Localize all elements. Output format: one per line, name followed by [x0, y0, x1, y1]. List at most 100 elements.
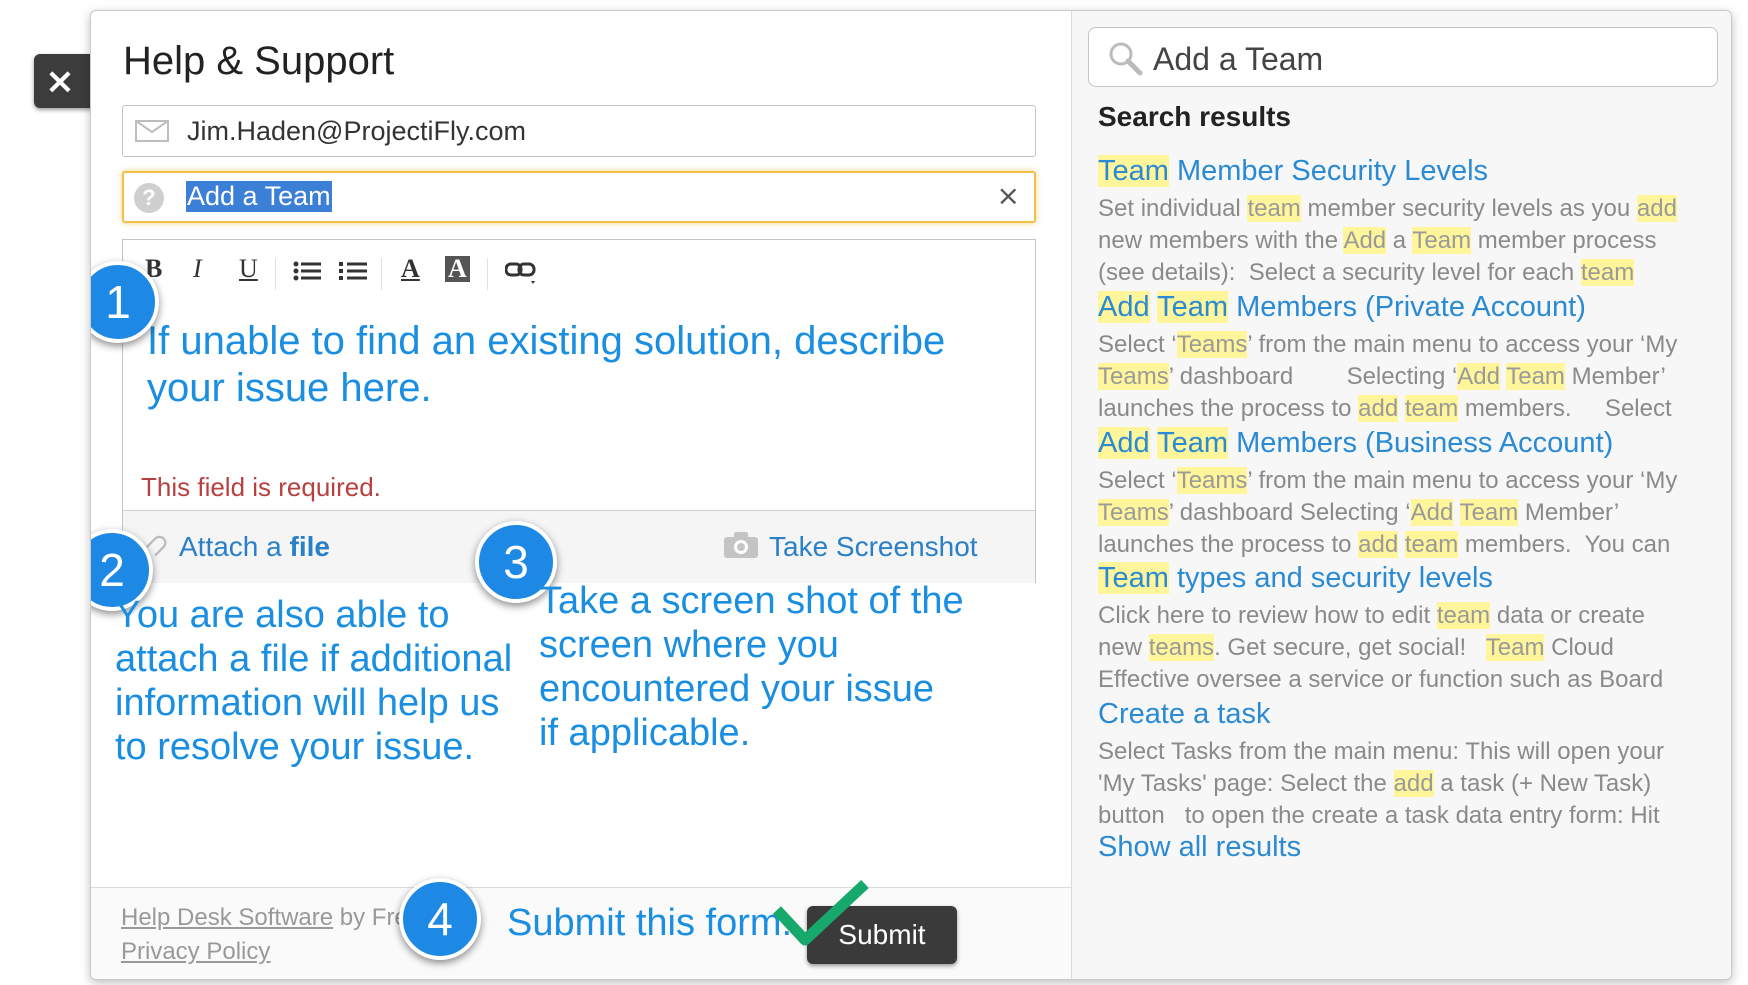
highlight: Add: [1098, 291, 1150, 323]
camera-icon: [724, 532, 758, 558]
help-desk-link[interactable]: Help Desk Software: [121, 904, 333, 931]
search-input[interactable]: Add a Team: [1088, 27, 1718, 87]
note-line: if applicable.: [539, 712, 751, 754]
search-result-title[interactable]: Add Team Members (Private Account): [1098, 291, 1586, 324]
page-title: Help & Support: [123, 39, 395, 83]
search-result-title[interactable]: Add Team Members (Business Account): [1098, 427, 1613, 460]
search-result-title[interactable]: Team Member Security Levels: [1098, 155, 1488, 188]
take-screenshot-link[interactable]: Take Screenshot: [769, 531, 978, 563]
search-result-snippet: Select ‘Teams’ from the main menu to acc…: [1098, 465, 1708, 561]
highlight: team: [1404, 395, 1459, 422]
highlight: Team: [1412, 227, 1472, 254]
highlight: Add: [1457, 363, 1500, 390]
snippet-line: Teams’ dashboard Selecting ‘Add Team Mem…: [1098, 499, 1620, 526]
highlight: add: [1358, 531, 1399, 558]
snippet-line: launches the process to add team members…: [1098, 531, 1671, 558]
note-screenshot: Take a screen shot of the screen where y…: [539, 579, 964, 755]
highlight: add: [1393, 770, 1434, 797]
form-footer: Help Desk Software by Fresho Privacy Pol…: [91, 878, 1071, 979]
snippet-line: button to open the create a task data en…: [1098, 802, 1660, 829]
description-editor[interactable]: B I U A A If unable to find an existing …: [122, 239, 1036, 583]
highlight: Teams: [1176, 331, 1248, 358]
step-badge-4: 4: [399, 878, 481, 960]
highlight: teams: [1148, 634, 1215, 661]
subject-value: Add a Team: [186, 181, 332, 212]
note-line: encountered your issue: [539, 668, 935, 710]
highlight: Team: [1098, 562, 1169, 594]
email-value: Jim.Haden@ProjectiFly.com: [187, 116, 526, 146]
highlight: team: [1580, 259, 1635, 286]
note-line: You are also able to: [115, 594, 450, 636]
numbered-list-icon[interactable]: [339, 260, 367, 282]
snippet-line: new members with the Add a Team member p…: [1098, 227, 1657, 254]
checkmark-icon: [772, 880, 869, 946]
font-color-button[interactable]: A: [401, 254, 420, 284]
highlight: Team: [1506, 363, 1565, 390]
close-icon: ×: [44, 61, 76, 102]
toolbar-divider: [487, 258, 488, 290]
highlight: Team: [1157, 291, 1229, 323]
show-all-results-link[interactable]: Show all results: [1098, 831, 1301, 864]
help-widget: Help & Support Jim.Haden@ProjectiFly.com…: [90, 10, 1732, 980]
ticket-form-panel: Help & Support Jim.Haden@ProjectiFly.com…: [91, 11, 1071, 979]
highlight: team: [1436, 602, 1491, 629]
email-field[interactable]: Jim.Haden@ProjectiFly.com: [122, 105, 1036, 157]
search-result-title[interactable]: Team types and security levels: [1098, 562, 1493, 595]
results-heading: Search results: [1098, 101, 1291, 132]
snippet-line: Teams’ dashboard Selecting ‘Add Team Mem…: [1098, 363, 1666, 390]
description-placeholder: If unable to find an existing solution, …: [147, 319, 946, 410]
snippet-line: Set individual team member security leve…: [1098, 195, 1677, 222]
search-result-snippet: Click here to review how to edit team da…: [1098, 600, 1708, 696]
note-line: Take a screen shot of the: [539, 580, 964, 622]
highlight: Team: [1459, 499, 1519, 526]
snippet-line: (see details): Select a security level f…: [1098, 259, 1635, 286]
search-icon: [1109, 42, 1143, 76]
note-line: information will help us: [115, 682, 500, 724]
envelope-icon: [135, 120, 169, 142]
note-line: to resolve your issue.: [115, 726, 475, 768]
italic-button[interactable]: I: [193, 254, 202, 284]
highlight: team: [1404, 531, 1459, 558]
highlight: add: [1358, 395, 1399, 422]
underline-button[interactable]: U: [239, 254, 258, 284]
highlight: Teams: [1098, 363, 1169, 390]
search-result-title[interactable]: Create a task: [1098, 698, 1270, 731]
background-color-button[interactable]: A: [445, 256, 470, 282]
snippet-line: Select ‘Teams’ from the main menu to acc…: [1098, 331, 1678, 358]
privacy-policy-link[interactable]: Privacy Policy: [121, 938, 270, 966]
highlight: team: [1247, 195, 1301, 222]
search-result-snippet: Set individual team member security leve…: [1098, 193, 1708, 289]
highlight: Add: [1343, 227, 1387, 254]
search-panel: Add a Team Search results Show all resul…: [1071, 11, 1731, 979]
highlight: Teams: [1176, 467, 1248, 494]
search-result-snippet: Select Tasks from the main menu: This wi…: [1098, 736, 1708, 832]
toolbar-divider: [275, 258, 276, 290]
subject-field[interactable]: ? Add a Team ×: [122, 171, 1036, 223]
toolbar-divider: [381, 258, 382, 290]
snippet-line: Select ‘Teams’ from the main menu to acc…: [1098, 467, 1678, 494]
clear-icon[interactable]: ×: [997, 179, 1020, 212]
required-message: This field is required.: [141, 472, 381, 502]
highlight: add: [1636, 195, 1677, 222]
snippet-line: launches the process to add team members…: [1098, 395, 1672, 422]
attach-word: file: [289, 531, 330, 562]
note-submit: Submit this form:: [507, 902, 793, 944]
question-icon: ?: [134, 183, 164, 213]
editor-toolbar: B I U A A: [123, 240, 1035, 306]
note-line: attach a file if additional: [115, 638, 513, 680]
snippet-line: Effective oversee a service or function …: [1098, 666, 1664, 693]
link-icon[interactable]: [505, 262, 537, 286]
attachment-bar: ⊃ Attach a file Take Screenshot: [123, 510, 1035, 583]
highlight: Teams: [1098, 499, 1169, 526]
close-widget-button[interactable]: ×: [34, 54, 94, 108]
snippet-line: 'My Tasks' page: Select the add a task (…: [1098, 770, 1652, 797]
snippet-line: Select Tasks from the main menu: This wi…: [1098, 738, 1665, 765]
highlight: Team: [1098, 155, 1169, 187]
note-line: screen where you: [539, 624, 839, 666]
search-value: Add a Team: [1153, 41, 1324, 77]
highlight: Add: [1098, 427, 1150, 459]
attach-file-link[interactable]: Attach a file: [179, 531, 330, 563]
bullet-list-icon[interactable]: [293, 260, 321, 282]
note-attach: You are also able to attach a file if ad…: [115, 593, 512, 769]
attach-prefix: Attach a: [179, 531, 282, 562]
